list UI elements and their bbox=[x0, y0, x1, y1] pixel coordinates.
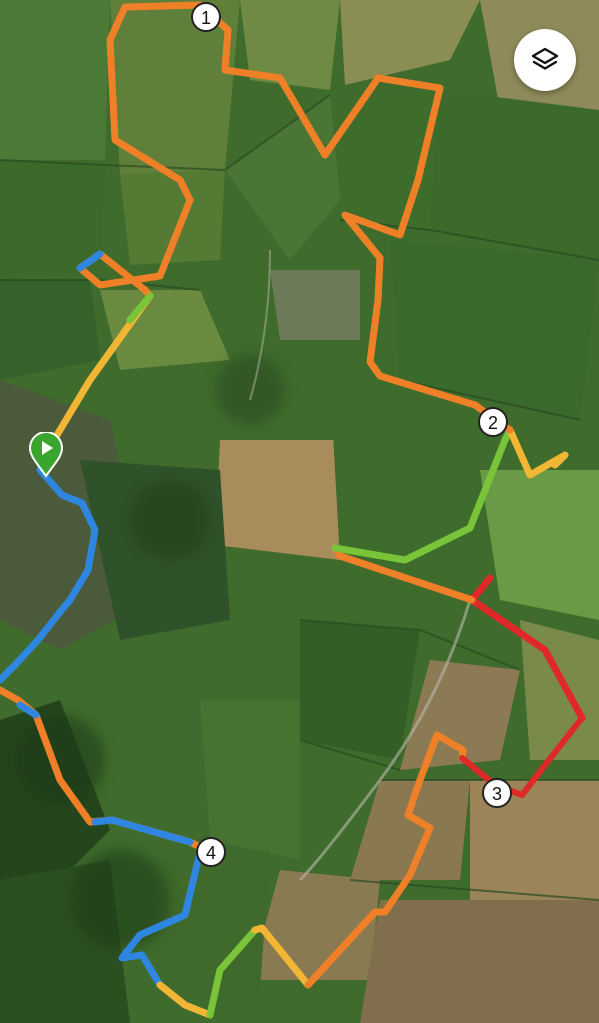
layers-icon bbox=[531, 47, 559, 70]
km-marker-2-label: 2 bbox=[488, 413, 498, 433]
km-marker-3[interactable]: 3 bbox=[482, 778, 512, 808]
start-flag-icon bbox=[28, 431, 64, 478]
km-marker-4[interactable]: 4 bbox=[196, 837, 226, 867]
km-marker-1-label: 1 bbox=[201, 8, 211, 28]
km-marker-3-label: 3 bbox=[492, 784, 502, 804]
start-pin[interactable] bbox=[28, 431, 64, 478]
map-canvas[interactable]: 1 2 3 4 bbox=[0, 0, 599, 1023]
km-marker-1[interactable]: 1 bbox=[191, 2, 221, 32]
map-layers-button[interactable] bbox=[514, 29, 576, 91]
km-marker-2[interactable]: 2 bbox=[478, 407, 508, 437]
km-marker-4-label: 4 bbox=[206, 843, 216, 863]
